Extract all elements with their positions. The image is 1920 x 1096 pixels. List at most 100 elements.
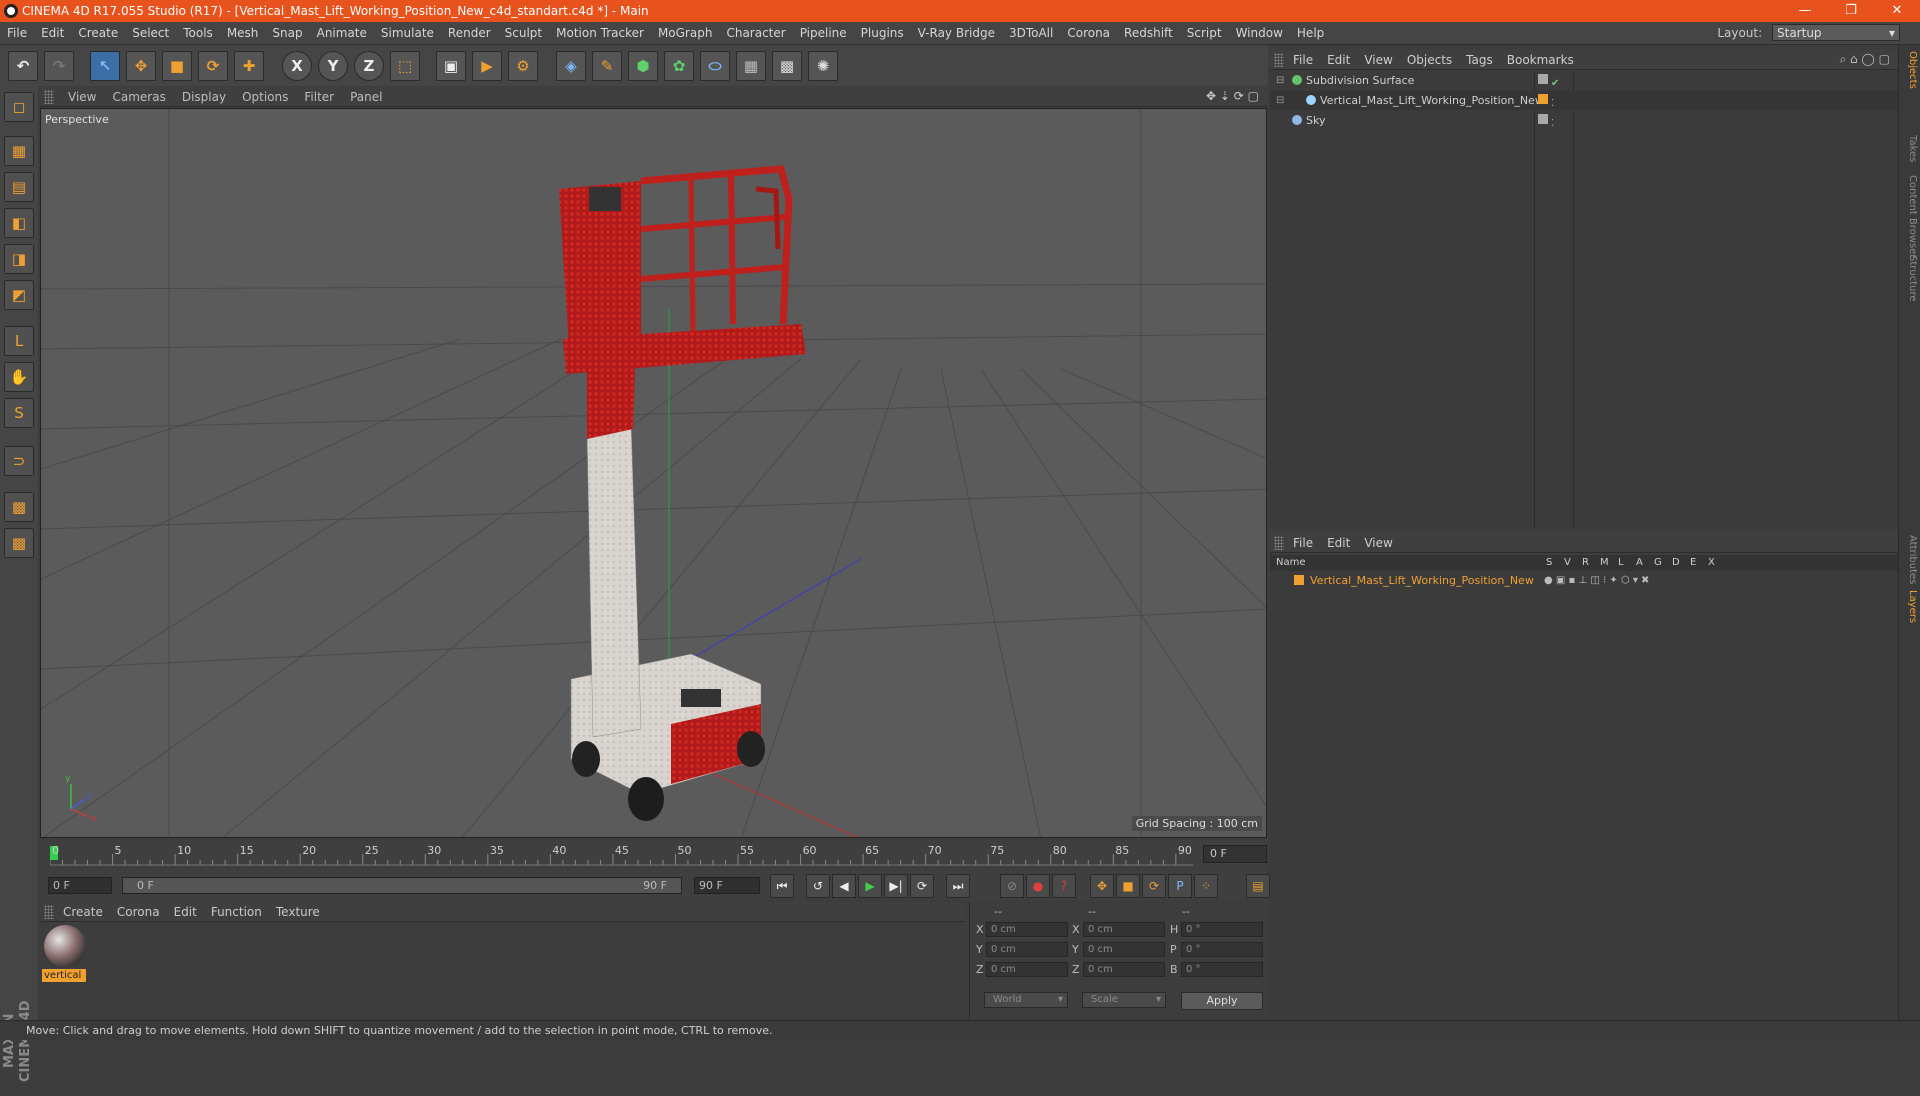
left-tool-2-icon[interactable]: ▤ (4, 172, 34, 202)
layer-flag-icons[interactable]: ● ▣ ▪ ⊥ ◫ ⁝ ✦ ⬡ ▾ ✖ (1544, 571, 1649, 590)
render-icon[interactable]: ▶ (472, 51, 502, 81)
current-frame-field[interactable]: 0 F (1203, 845, 1267, 863)
key-tool-0-icon[interactable]: ⊘ (1000, 874, 1024, 898)
layer-column-m[interactable]: M (1600, 555, 1609, 571)
layer-menu-view[interactable]: View (1357, 533, 1399, 553)
layer-menu-edit[interactable]: Edit (1320, 533, 1357, 553)
menu-corona[interactable]: Corona (1060, 22, 1117, 45)
go-to-start-button[interactable]: ⏮ (770, 874, 794, 898)
layer-column-x[interactable]: X (1708, 555, 1715, 571)
end-frame-field[interactable]: 90 F (694, 877, 760, 894)
coord-rotation-field[interactable]: 0 ° (1181, 942, 1263, 957)
menu-motion-tracker[interactable]: Motion Tracker (549, 22, 651, 45)
viewport-menu-cameras[interactable]: Cameras (104, 87, 173, 107)
left-tool-8-icon[interactable]: S (4, 398, 34, 428)
key-tool-3-icon[interactable]: ✥ (1090, 874, 1114, 898)
menu-render[interactable]: Render (441, 22, 498, 45)
redo-icon[interactable]: ↷ (44, 51, 74, 81)
menu-file[interactable]: File (0, 22, 34, 45)
key-tool-7-icon[interactable]: ⁘ (1194, 874, 1218, 898)
range-slider[interactable]: 0 F 90 F (122, 877, 682, 894)
world-dropdown[interactable]: World ▾ (984, 992, 1068, 1008)
coord-size-field[interactable]: 0 cm (1083, 962, 1165, 977)
menu-tools[interactable]: Tools (176, 22, 220, 45)
right-tab-objects[interactable]: Objects (1902, 51, 1918, 89)
scale-dropdown[interactable]: Scale ▾ (1082, 992, 1166, 1008)
coordinate-system-icon[interactable]: ⬚ (390, 51, 420, 81)
object-menu-edit[interactable]: Edit (1320, 50, 1357, 70)
scale-tool-icon[interactable]: ■ (162, 51, 192, 81)
close-button[interactable]: ✕ (1874, 0, 1920, 22)
light-icon[interactable]: ✺ (808, 51, 838, 81)
object-row[interactable]: ⊟ Vertical_Mast_Lift_Working_Position_New… (1270, 91, 1898, 110)
menu-redshift[interactable]: Redshift (1117, 22, 1180, 45)
menu-animate[interactable]: Animate (310, 22, 374, 45)
key-tool-1-icon[interactable]: ● (1026, 874, 1050, 898)
menu-character[interactable]: Character (719, 22, 792, 45)
object-row[interactable]: ⊟ Subdivision Surface ✔ (1270, 71, 1898, 90)
loop-icon[interactable]: ↺ (806, 874, 830, 898)
array-icon[interactable]: ✿ (664, 51, 694, 81)
viewport-menu-options[interactable]: Options (234, 87, 296, 107)
menu-simulate[interactable]: Simulate (374, 22, 441, 45)
object-row[interactable]: Sky ⁚ (1270, 111, 1898, 130)
left-tool-0-icon[interactable]: ◻ (4, 92, 34, 122)
left-tool-7-icon[interactable]: ✋ (4, 362, 34, 392)
cube-icon[interactable]: ◈ (556, 51, 586, 81)
rotate-tool-icon[interactable]: ⟳ (198, 51, 228, 81)
coord-size-field[interactable]: 0 cm (1083, 942, 1165, 957)
viewport-menu-panel[interactable]: Panel (342, 87, 390, 107)
add-tool-icon[interactable]: ✚ (234, 51, 264, 81)
object-tag-icon[interactable] (1538, 94, 1548, 104)
timeline[interactable]: 0 5 10 15 20 25 30 35 40 45 50 55 60 65 70 75 80 85 90 0 F (40, 840, 1267, 872)
material-menu-corona[interactable]: Corona (110, 902, 167, 922)
render-view-icon[interactable]: ▣ (436, 51, 466, 81)
menu-mesh[interactable]: Mesh (220, 22, 266, 45)
left-tool-4-icon[interactable]: ◨ (4, 244, 34, 274)
undo-icon[interactable]: ↶ (8, 51, 38, 81)
layer-column-r[interactable]: R (1582, 555, 1589, 571)
menu-help[interactable]: Help (1290, 22, 1331, 45)
layer-column-a[interactable]: A (1636, 555, 1643, 571)
expand-icon[interactable]: ⊟ (1276, 91, 1284, 110)
layer-column-l[interactable]: L (1618, 555, 1624, 571)
object-tag-icon[interactable] (1538, 114, 1548, 124)
menu-select[interactable]: Select (125, 22, 176, 45)
restore-button[interactable]: ❐ (1828, 0, 1874, 22)
nurbs-icon[interactable]: ⬢ (628, 51, 658, 81)
object-menu-bookmarks[interactable]: Bookmarks (1500, 50, 1581, 70)
layer-column-v[interactable]: V (1564, 555, 1571, 571)
select-tool-icon[interactable]: ↖ (90, 51, 120, 81)
material-menu-create[interactable]: Create (56, 902, 110, 922)
key-tool-4-icon[interactable]: ■ (1116, 874, 1140, 898)
step-back-button[interactable]: ◀ (832, 874, 856, 898)
viewport-menu-filter[interactable]: Filter (296, 87, 342, 107)
viewport-menu-view[interactable]: View (60, 87, 104, 107)
key-tool-2-icon[interactable]: ? (1052, 874, 1076, 898)
menu-sculpt[interactable]: Sculpt (498, 22, 549, 45)
coord-rotation-field[interactable]: 0 ° (1181, 922, 1263, 937)
menu-3dtoall[interactable]: 3DToAll (1002, 22, 1060, 45)
material-swatch[interactable]: vertical (40, 922, 90, 984)
menu-mograph[interactable]: MoGraph (651, 22, 720, 45)
object-menu-tags[interactable]: Tags (1459, 50, 1500, 70)
layer-row[interactable]: Vertical_Mast_Lift_Working_Position_New … (1270, 571, 1898, 590)
start-frame-field[interactable]: 0 F (48, 877, 112, 894)
timeline-ruler[interactable]: 0 5 10 15 20 25 30 35 40 45 50 55 60 65 70 75 80 85 90 (50, 844, 1193, 866)
floor-icon[interactable]: ▦ (736, 51, 766, 81)
object-menu-view[interactable]: View (1357, 50, 1399, 70)
right-tab-structure[interactable]: Structure (1902, 255, 1918, 302)
left-tool-6-icon[interactable]: L (4, 326, 34, 356)
object-manager-nav-icons[interactable]: ⌕ ⌂ ◯ ▢ (1839, 52, 1890, 67)
menu-script[interactable]: Script (1180, 22, 1229, 45)
object-tag-icon[interactable] (1538, 74, 1548, 84)
render-settings-icon[interactable]: ⚙ (508, 51, 538, 81)
right-tab-content-browser[interactable]: Content Browser (1902, 175, 1918, 258)
material-menu-edit[interactable]: Edit (167, 902, 204, 922)
camera-icon[interactable]: ▩ (772, 51, 802, 81)
coord-size-field[interactable]: 0 cm (1083, 922, 1165, 937)
layer-column-s[interactable]: S (1546, 555, 1552, 571)
menu-create[interactable]: Create (71, 22, 125, 45)
left-tool-1-icon[interactable]: ▦ (4, 136, 34, 166)
spline-icon[interactable]: ✎ (592, 51, 622, 81)
